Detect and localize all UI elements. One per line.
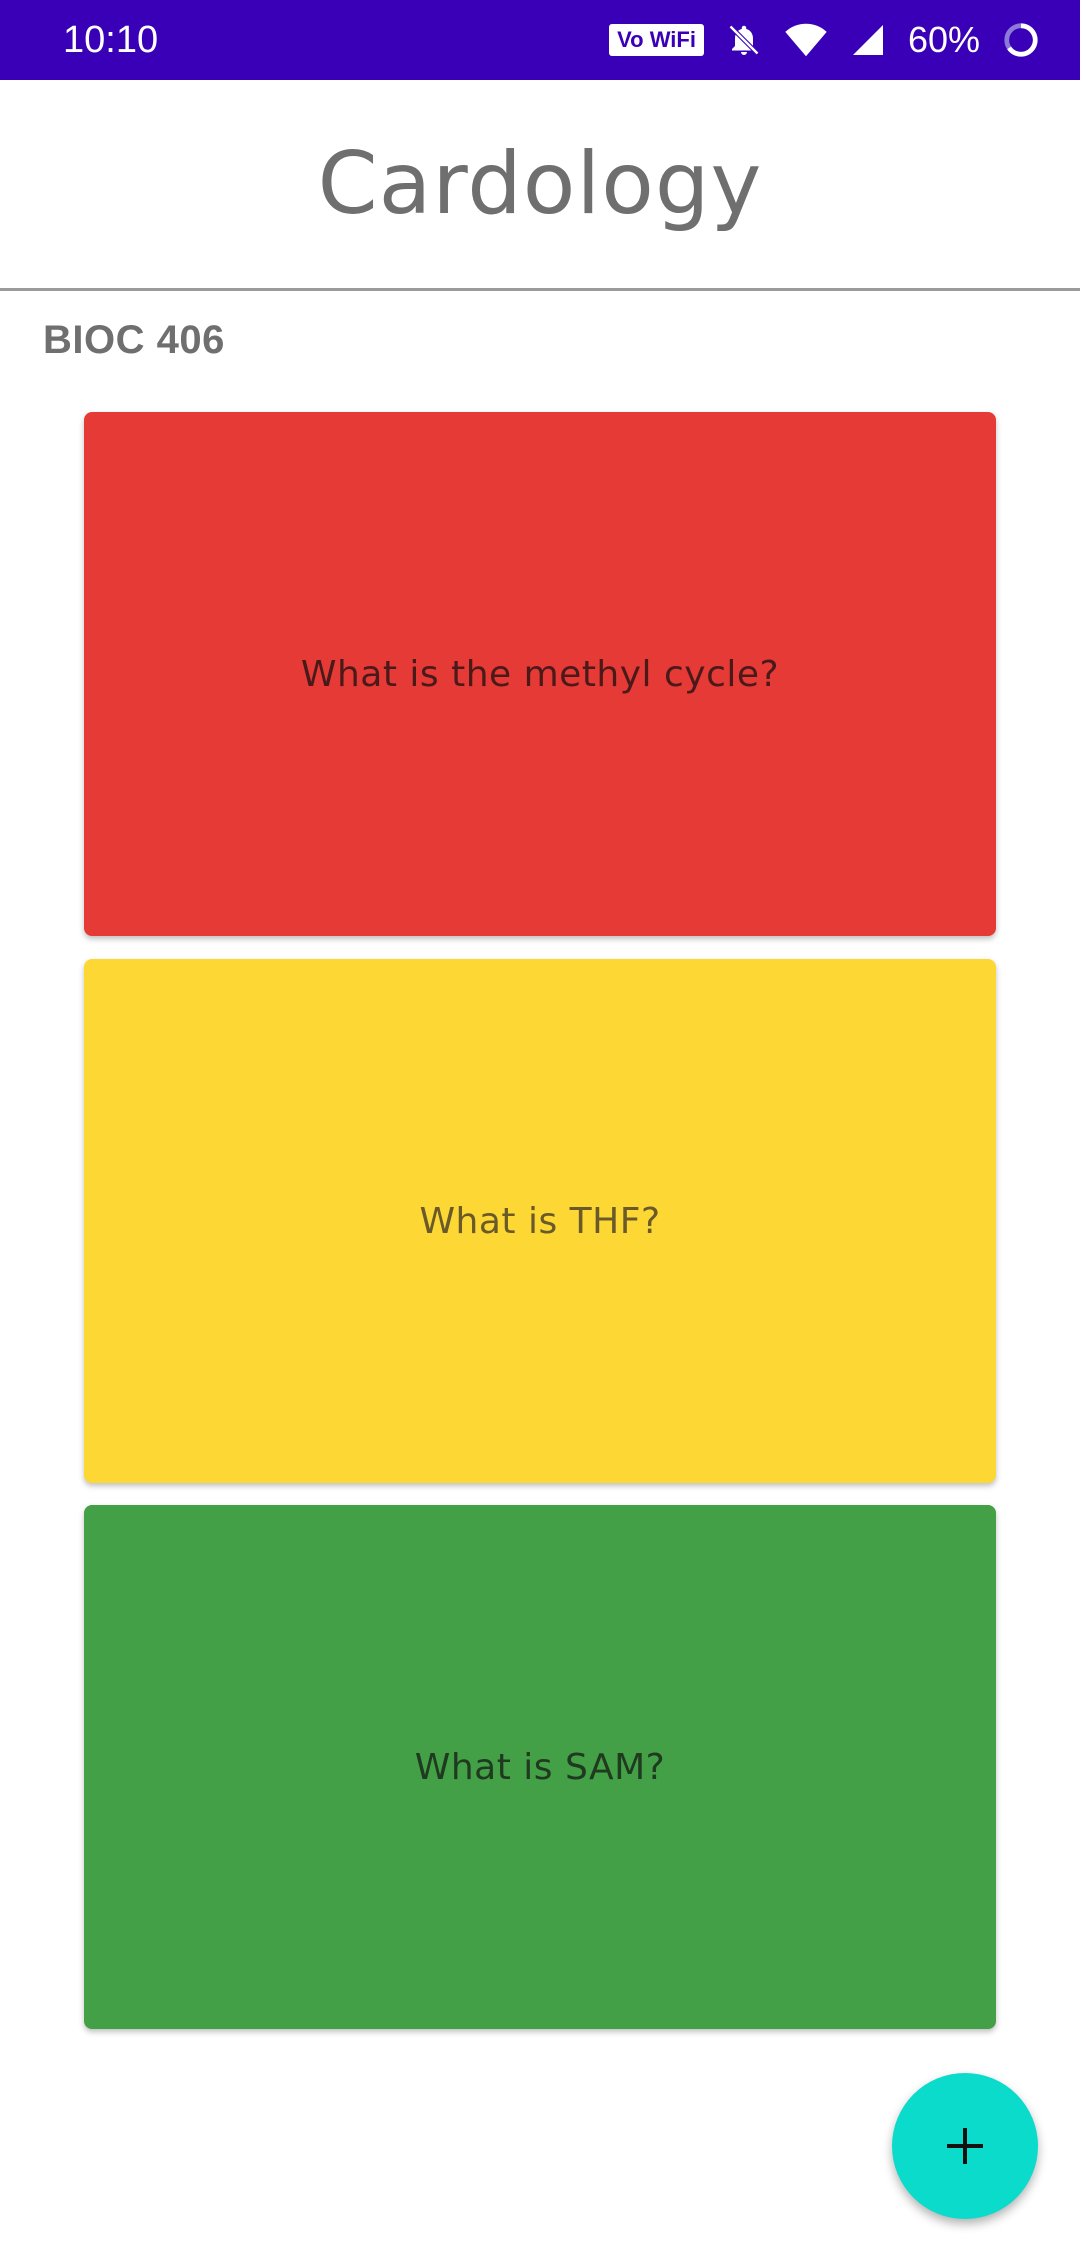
flashcard-question: What is SAM? [414, 1746, 666, 1788]
wifi-icon [784, 22, 828, 58]
status-icons: Vo WiFi 60% [609, 0, 1040, 80]
app-header: Cardology [0, 80, 1080, 291]
vowifi-icon: Vo WiFi [609, 24, 704, 56]
plus-icon [947, 2128, 983, 2164]
status-time: 10:10 [63, 19, 159, 61]
flashcard[interactable]: What is the methyl cycle? [84, 412, 996, 936]
flashcard[interactable]: What is THF? [84, 959, 996, 1483]
battery-percent: 60% [907, 19, 980, 60]
deck-name: BIOC 406 [43, 318, 225, 362]
flashcard-question: What is THF? [419, 1200, 661, 1242]
app-title: Cardology [317, 134, 763, 234]
signal-icon [850, 22, 886, 58]
flashcard[interactable]: What is SAM? [84, 1505, 996, 2029]
battery-circle-icon [1002, 21, 1040, 59]
add-card-button[interactable] [892, 2073, 1038, 2219]
status-bar: 10:10 Vo WiFi 60% [0, 0, 1080, 80]
bell-off-icon [726, 21, 762, 59]
flashcard-question: What is the methyl cycle? [300, 653, 780, 695]
